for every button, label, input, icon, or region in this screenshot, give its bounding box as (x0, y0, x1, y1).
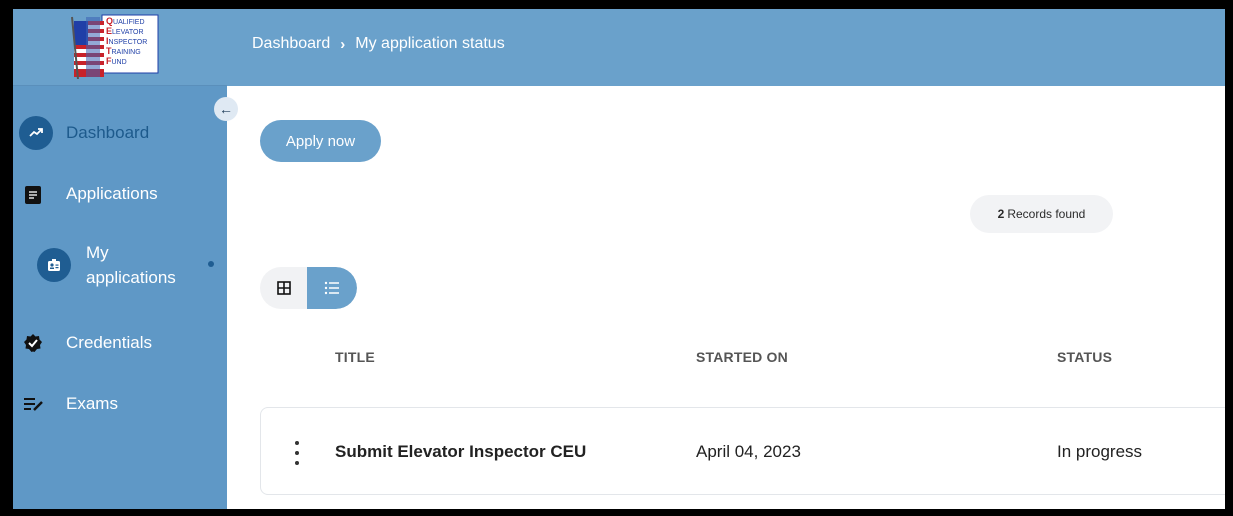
sidebar-item-label: Exams (66, 394, 118, 413)
arrow-left-icon: ← (219, 101, 233, 117)
list-view-button[interactable] (307, 267, 357, 309)
logo-wordmark: QUALIFIED ELEVATOR INSPECTOR TRAINING FU… (106, 16, 148, 67)
sidebar-item-dashboard[interactable]: Dashboard (13, 113, 227, 153)
sidebar-item-my-applications[interactable]: My applications (13, 239, 227, 291)
label-line-2: applications (86, 268, 176, 287)
breadcrumb-current: My application status (355, 35, 505, 52)
sidebar-item-label: My applications (86, 240, 176, 290)
sidebar-item-credentials[interactable]: Credentials (13, 323, 227, 363)
list-icon (324, 281, 339, 295)
records-suffix: Records found (1007, 207, 1086, 221)
more-vertical-icon[interactable] (289, 441, 305, 465)
collapse-sidebar-button[interactable]: ← (214, 97, 238, 121)
sidebar-item-label: Credentials (66, 333, 152, 352)
logo-area: QUALIFIED ELEVATOR INSPECTOR TRAINING FU… (13, 9, 227, 86)
document-icon (25, 186, 41, 204)
column-header-status[interactable]: STATUS (1057, 349, 1112, 365)
records-found-badge: 2 Records found (970, 195, 1113, 233)
view-toggle (260, 267, 357, 309)
edit-list-icon (23, 396, 45, 412)
header-bar: Dashboard › My application status (227, 9, 1225, 86)
breadcrumb: Dashboard › My application status (252, 35, 505, 53)
label-line-1: My (86, 243, 109, 262)
table-row[interactable]: Submit Elevator Inspector CEU April 04, … (260, 407, 1225, 495)
apply-now-button[interactable]: Apply now (260, 120, 381, 162)
verified-badge-icon (23, 333, 43, 353)
records-count: 2 (997, 207, 1005, 221)
id-badge-icon (37, 248, 71, 282)
row-started-on: April 04, 2023 (696, 442, 801, 461)
row-title: Submit Elevator Inspector CEU (335, 442, 587, 461)
sidebar-item-applications[interactable]: Applications (13, 174, 227, 214)
sidebar-item-label: Dashboard (66, 123, 150, 142)
row-status: In progress (1057, 442, 1143, 461)
column-header-started-on[interactable]: STARTED ON (696, 349, 788, 365)
breadcrumb-separator-icon: › (340, 35, 346, 53)
sidebar-item-label: Applications (66, 184, 158, 203)
active-dot-indicator (208, 261, 214, 267)
grid-view-button[interactable] (260, 267, 307, 309)
sidebar-item-exams[interactable]: Exams (13, 384, 227, 424)
column-header-title[interactable]: TITLE (335, 349, 375, 365)
app-frame: QUALIFIED ELEVATOR INSPECTOR TRAINING FU… (13, 9, 1225, 509)
grid-icon (276, 281, 291, 295)
breadcrumb-dashboard[interactable]: Dashboard (252, 35, 330, 53)
trending-up-icon (19, 116, 53, 150)
sidebar: QUALIFIED ELEVATOR INSPECTOR TRAINING FU… (13, 9, 227, 509)
logo[interactable]: QUALIFIED ELEVATOR INSPECTOR TRAINING FU… (64, 13, 160, 80)
